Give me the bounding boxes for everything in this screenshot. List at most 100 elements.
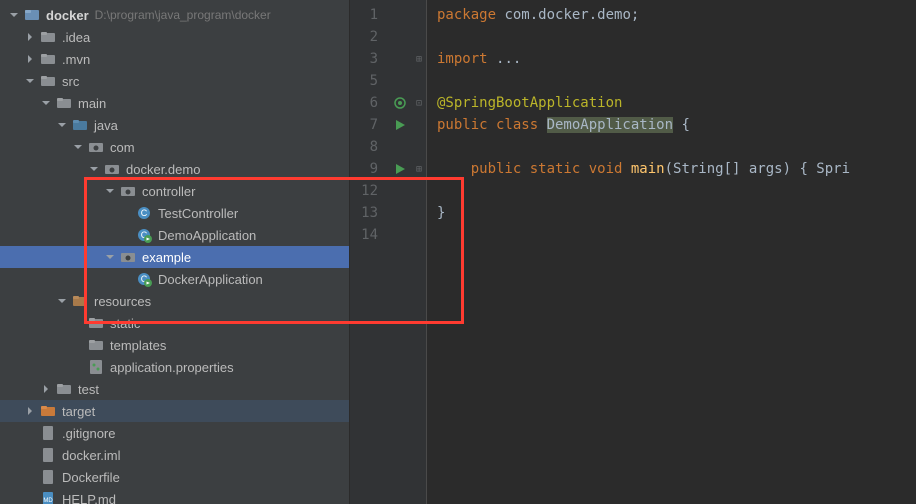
- chevron-right-icon[interactable]: [24, 405, 36, 417]
- tree-item-label: application.properties: [110, 360, 234, 375]
- chevron-right-icon[interactable]: [24, 53, 36, 65]
- line-number: 9: [350, 158, 378, 180]
- class-run-icon: C: [136, 227, 152, 243]
- fold-blank: [412, 4, 426, 26]
- chevron-down-icon[interactable]: [56, 295, 68, 307]
- fold-blank: [412, 202, 426, 224]
- folder-icon: [40, 73, 56, 89]
- line-number: 12: [350, 180, 378, 202]
- tree-item-java[interactable]: java: [0, 114, 349, 136]
- tree-item--idea[interactable]: .idea: [0, 26, 349, 48]
- tree-item-dockerfile[interactable]: Dockerfile: [0, 466, 349, 488]
- line-number: 13: [350, 202, 378, 224]
- chevron-down-icon[interactable]: [40, 97, 52, 109]
- tree-item-target[interactable]: target: [0, 400, 349, 422]
- fold-blank: [412, 114, 426, 136]
- chevron-none: [120, 273, 132, 285]
- tree-item-example[interactable]: example: [0, 246, 349, 268]
- chevron-right-icon[interactable]: [40, 383, 52, 395]
- folder-icon: [56, 95, 72, 111]
- tree-item-label: .idea: [62, 30, 90, 45]
- chevron-down-icon[interactable]: [56, 119, 68, 131]
- project-tree: dockerD:\program\java_program\docker .ide…: [0, 0, 349, 504]
- line-number: 3: [350, 48, 378, 70]
- tree-item-testcontroller[interactable]: CTestController: [0, 202, 349, 224]
- file-icon: [40, 469, 56, 485]
- folder-src-icon: [72, 117, 88, 133]
- chevron-down-icon[interactable]: [8, 9, 20, 21]
- chevron-down-icon[interactable]: [24, 75, 36, 87]
- tree-item-label: main: [78, 96, 106, 111]
- keyword: public static void: [471, 161, 631, 177]
- package-icon: [104, 161, 120, 177]
- keyword: public class: [437, 117, 547, 133]
- tree-item-test[interactable]: test: [0, 378, 349, 400]
- folder-icon: [40, 29, 56, 45]
- code-editor: 12356789121314 ⊞⊡⊞ package com.docker.de…: [350, 0, 916, 504]
- chevron-none: [120, 229, 132, 241]
- tree-item-label: com: [110, 140, 135, 155]
- line-number: 1: [350, 4, 378, 26]
- chevron-none: [72, 361, 84, 373]
- fold-blank: [412, 224, 426, 246]
- project-tree-panel: dockerD:\program\java_program\docker .ide…: [0, 0, 350, 504]
- tree-item-static[interactable]: static: [0, 312, 349, 334]
- svg-text:C: C: [141, 208, 148, 218]
- tree-item-main[interactable]: main: [0, 92, 349, 114]
- chevron-down-icon[interactable]: [72, 141, 84, 153]
- fold-marker-icon[interactable]: ⊞: [412, 158, 426, 180]
- line-number: 5: [350, 70, 378, 92]
- tree-item-docker-iml[interactable]: docker.iml: [0, 444, 349, 466]
- code-text: (String[] args) { Spri: [665, 161, 850, 177]
- tree-item-dockerapplication[interactable]: CDockerApplication: [0, 268, 349, 290]
- code-content[interactable]: package com.docker.demo; import ... @Spr…: [427, 0, 850, 504]
- chevron-down-icon[interactable]: [104, 185, 116, 197]
- tree-item-templates[interactable]: templates: [0, 334, 349, 356]
- bean-gutter-icon[interactable]: [388, 92, 412, 114]
- class-name: DemoApplication: [547, 117, 673, 133]
- fold-blank: [412, 70, 426, 92]
- chevron-down-icon[interactable]: [104, 251, 116, 263]
- tree-item-label: docker: [46, 8, 89, 23]
- tree-item-resources[interactable]: resources: [0, 290, 349, 312]
- run-gutter-icon[interactable]: [388, 158, 412, 180]
- line-number: 7: [350, 114, 378, 136]
- tree-item-help-md[interactable]: MDHELP.md: [0, 488, 349, 504]
- editor-gutter: 12356789121314 ⊞⊡⊞: [350, 0, 427, 504]
- fold-marker-icon[interactable]: ⊡: [412, 92, 426, 114]
- tree-item-label: docker.demo: [126, 162, 200, 177]
- code-text: com.docker.demo;: [504, 7, 639, 23]
- tree-item-com[interactable]: com: [0, 136, 349, 158]
- tree-item-application-properties[interactable]: application.properties: [0, 356, 349, 378]
- project-icon: [24, 7, 40, 23]
- function-name: main: [631, 161, 665, 177]
- tree-item-label: docker.iml: [62, 448, 121, 463]
- fold-marker-icon[interactable]: ⊞: [412, 48, 426, 70]
- gutter-blank: [388, 224, 412, 246]
- svg-text:MD: MD: [43, 498, 53, 504]
- fold-column: ⊞ ⊡ ⊞: [412, 4, 426, 504]
- tree-item--gitignore[interactable]: .gitignore: [0, 422, 349, 444]
- folder-icon: [40, 51, 56, 67]
- chevron-none: [24, 427, 36, 439]
- keyword: package: [437, 7, 504, 23]
- tree-item-demoapplication[interactable]: CDemoApplication: [0, 224, 349, 246]
- tree-item-controller[interactable]: controller: [0, 180, 349, 202]
- tree-item-label: controller: [142, 184, 195, 199]
- run-gutter-icon[interactable]: [388, 114, 412, 136]
- tree-item-label: templates: [110, 338, 166, 353]
- chevron-none: [24, 449, 36, 461]
- tree-item-src[interactable]: src: [0, 70, 349, 92]
- tree-item-label: static: [110, 316, 140, 331]
- tree-item-label: target: [62, 404, 95, 419]
- tree-item-docker-demo[interactable]: docker.demo: [0, 158, 349, 180]
- tree-item-label: DockerApplication: [158, 272, 263, 287]
- chevron-down-icon[interactable]: [88, 163, 100, 175]
- tree-item-label: test: [78, 382, 99, 397]
- tree-item-docker[interactable]: dockerD:\program\java_program\docker: [0, 4, 349, 26]
- tree-item--mvn[interactable]: .mvn: [0, 48, 349, 70]
- file-icon: [40, 425, 56, 441]
- gutter-blank: [388, 202, 412, 224]
- line-numbers: 12356789121314: [350, 4, 388, 504]
- chevron-right-icon[interactable]: [24, 31, 36, 43]
